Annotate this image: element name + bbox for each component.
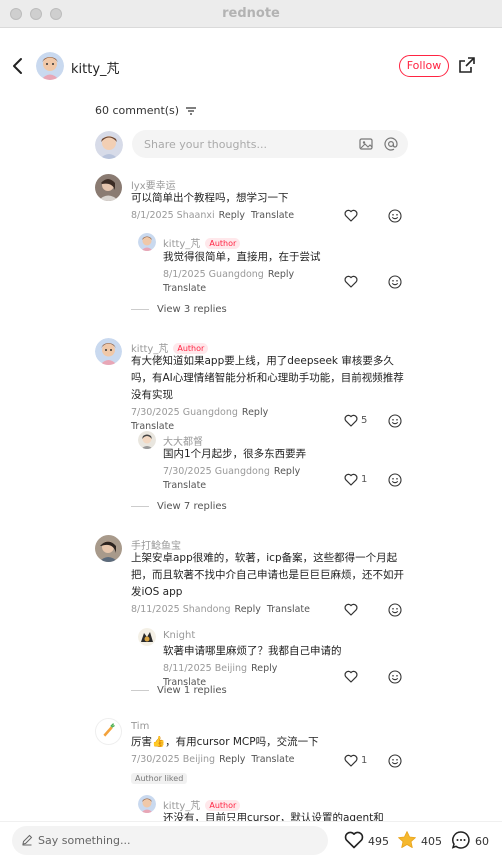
translate-button[interactable]: Translate <box>267 604 310 615</box>
commenter-avatar[interactable] <box>95 174 122 201</box>
emoji-reaction-icon[interactable] <box>388 275 402 289</box>
mention-icon[interactable] <box>384 137 398 151</box>
emoji-reaction-icon[interactable] <box>388 603 402 617</box>
comment-date-location: 7/30/2025 Beijing <box>131 754 216 765</box>
commenter-avatar[interactable] <box>95 338 122 365</box>
heart-icon[interactable] <box>344 209 358 222</box>
author-liked-tag: Author liked <box>131 773 188 784</box>
commenter-avatar[interactable] <box>95 718 122 745</box>
reply-avatar[interactable] <box>138 431 156 449</box>
comment-input-placeholder: Share your thoughts... <box>144 138 267 151</box>
view-replies-link[interactable]: View 3 replies <box>131 304 227 315</box>
commenter-username[interactable]: Tim <box>131 721 149 732</box>
heart-icon[interactable] <box>344 754 358 767</box>
reply-button[interactable]: Reply <box>242 407 268 418</box>
emoji-reaction-icon[interactable] <box>388 473 402 487</box>
reply-date-location: 8/11/2025 Beijing <box>163 663 248 674</box>
heart-icon[interactable] <box>344 830 364 850</box>
reply-button[interactable]: Reply <box>235 604 261 615</box>
comment-text: 可以简单出个教程吗，想学习一下 <box>131 192 289 204</box>
author-badge: Author <box>205 238 241 249</box>
translate-button[interactable]: Translate <box>251 210 294 221</box>
emoji-reaction-icon[interactable] <box>388 414 402 428</box>
heart-icon[interactable] <box>344 275 358 288</box>
emoji-reaction-icon[interactable] <box>388 209 402 223</box>
post-header: kitty_芃 Follow <box>0 28 502 104</box>
reply-avatar[interactable] <box>138 628 156 646</box>
emoji-reaction-icon[interactable] <box>388 670 402 684</box>
share-icon[interactable] <box>458 56 476 74</box>
window-title: rednote <box>222 6 280 21</box>
image-icon[interactable] <box>359 137 373 151</box>
comment-date-location: 7/30/2025 Guangdong <box>131 407 238 418</box>
comment-meta: 8/1/2025 Shaanxi Reply Translate <box>131 210 294 221</box>
heart-icon[interactable] <box>344 473 358 486</box>
like-total: 495 <box>368 835 389 848</box>
reply-text: 国内1个月起步，很多东西要弄 <box>163 448 307 460</box>
translate-button[interactable]: Translate <box>131 421 174 432</box>
reply-avatar[interactable] <box>138 795 156 813</box>
reply-date-location: 7/30/2025 Guangdong <box>163 466 270 477</box>
reply-meta: 8/1/2025 Guangdong Reply <box>163 269 294 280</box>
comment-input[interactable]: Share your thoughts... <box>132 130 408 158</box>
reply-username[interactable]: Knight <box>163 630 195 641</box>
comment-count[interactable]: 60 comment(s) <box>95 104 196 117</box>
commenter-avatar[interactable] <box>95 535 122 562</box>
author-avatar[interactable] <box>36 52 64 80</box>
reply-meta: 7/30/2025 Guangdong Reply <box>163 466 300 477</box>
heart-icon[interactable] <box>344 603 358 616</box>
translate-button[interactable]: Translate <box>163 480 206 491</box>
comment-meta: 7/30/2025 Beijing Reply Translate <box>131 754 295 765</box>
back-arrow-icon[interactable] <box>10 56 28 76</box>
comment-meta: 7/30/2025 Guangdong Reply <box>131 407 268 418</box>
reply-button[interactable]: Reply <box>251 663 277 674</box>
reply-avatar[interactable] <box>138 233 156 251</box>
say-something-input[interactable]: Say something... <box>12 826 328 855</box>
heart-icon[interactable] <box>344 414 358 427</box>
like-count: 1 <box>361 755 368 766</box>
say-something-placeholder: Say something... <box>38 834 131 847</box>
comment-text: 厉害👍，有用cursor MCP吗，交流一下 <box>131 736 319 748</box>
comment-date-location: 8/1/2025 Shaanxi <box>131 210 215 221</box>
current-user-avatar <box>95 131 123 159</box>
emoji-reaction-icon[interactable] <box>388 754 402 768</box>
translate-button[interactable]: Translate <box>251 754 294 765</box>
comment-total: 60 <box>475 835 489 848</box>
reply-meta: 8/11/2025 Beijing Reply <box>163 663 277 674</box>
reply-text: 我觉得很简单，直接用，在于尝试 <box>163 251 321 263</box>
comment-count-label: 60 comment(s) <box>95 104 180 117</box>
heart-icon[interactable] <box>344 670 358 683</box>
comment-meta: 8/11/2025 Shandong Reply Translate <box>131 604 310 615</box>
comment-text: 上架安卓app很难的，软著，icp备案，这些都得一个月起把，而且软著不找中介自己… <box>131 552 404 598</box>
reply-button[interactable]: Reply <box>274 466 300 477</box>
reply-text: 软著申请哪里麻烦了？我都自己申请的 <box>163 645 342 657</box>
translate-button[interactable]: Translate <box>163 283 206 294</box>
reply-date-location: 8/1/2025 Guangdong <box>163 269 264 280</box>
like-count: 1 <box>361 474 368 485</box>
sort-icon[interactable] <box>185 107 196 115</box>
like-count: 5 <box>361 415 368 426</box>
pencil-icon <box>22 834 33 846</box>
comment-date-location: 8/11/2025 Shandong <box>131 604 231 615</box>
view-replies-link[interactable]: View 1 replies <box>131 685 227 696</box>
star-total: 405 <box>421 835 442 848</box>
comment-text: 有大佬知道如果app要上线，用了deepseek 审核要多久吗，有AI心理情绪智… <box>131 355 404 401</box>
comment-composer: Share your thoughts... <box>95 130 410 160</box>
reply-button[interactable]: Reply <box>219 210 245 221</box>
reply-username[interactable]: kitty_芃 Author <box>163 235 241 250</box>
reply-button[interactable]: Reply <box>268 269 294 280</box>
author-username[interactable]: kitty_芃 <box>71 58 120 77</box>
view-replies-link[interactable]: View 7 replies <box>131 501 227 512</box>
reply-button[interactable]: Reply <box>219 754 245 765</box>
star-icon[interactable] <box>397 830 417 850</box>
bottom-action-bar: Say something... 495 405 60 <box>0 821 502 859</box>
comment-bubble-icon[interactable] <box>451 830 471 850</box>
window-titlebar: rednote <box>0 0 502 28</box>
follow-button[interactable]: Follow <box>399 55 449 77</box>
